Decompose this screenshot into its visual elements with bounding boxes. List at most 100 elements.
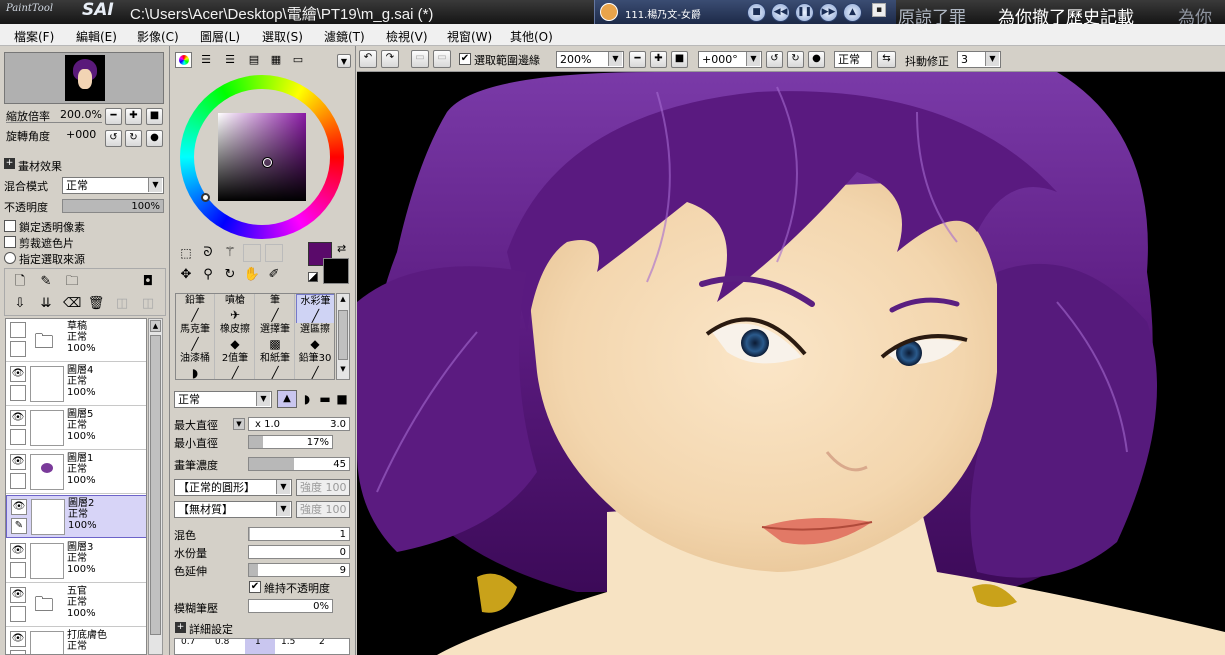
brush-bucket[interactable]: 油漆桶 ◗ bbox=[176, 352, 215, 379]
layer-row[interactable]: 👁 圖層3 正常 100% bbox=[6, 540, 146, 583]
rgb-slider-tab[interactable]: ☰ bbox=[197, 51, 215, 69]
zoom-slider[interactable] bbox=[6, 122, 102, 126]
brush-scrollbar[interactable]: ▲ ▼ bbox=[336, 293, 350, 380]
rotate-reset-button[interactable]: ● bbox=[146, 130, 163, 147]
edit-indicator[interactable] bbox=[10, 341, 26, 357]
menu-select[interactable]: 選取(S) bbox=[262, 28, 303, 45]
flip-horizontal-icon[interactable]: ⇆ bbox=[877, 51, 896, 68]
layer-row[interactable]: 👁 🗀 五官 正常 100% bbox=[6, 584, 146, 627]
eject-icon[interactable]: ▲ bbox=[843, 3, 862, 22]
min-size-slider[interactable]: 17% bbox=[248, 435, 333, 449]
eye-icon[interactable]: 👁 bbox=[10, 454, 26, 470]
undo-icon[interactable]: ↶ bbox=[359, 50, 377, 68]
edit-indicator[interactable] bbox=[10, 606, 26, 622]
brush-size-presets[interactable]: 0.7 0.8 1 1.5 2 bbox=[174, 638, 350, 655]
hand-icon[interactable]: ✋ bbox=[243, 266, 261, 284]
menu-file[interactable]: 檔案(F) bbox=[14, 28, 54, 45]
menu-edit[interactable]: 編輯(E) bbox=[76, 28, 117, 45]
lock-alpha-checkbox[interactable] bbox=[4, 220, 16, 232]
rotate-value[interactable]: +000 bbox=[66, 128, 96, 141]
detail-settings-label[interactable]: 詳細設定 bbox=[189, 621, 233, 637]
new-folder-icon[interactable]: 🗀 bbox=[63, 273, 81, 291]
color-wheel[interactable] bbox=[180, 75, 344, 239]
navigator-preview[interactable] bbox=[4, 52, 164, 104]
eye-icon[interactable]: 👁 bbox=[10, 410, 26, 426]
brush-shape-flat-icon[interactable]: ▬ bbox=[316, 390, 334, 408]
edit-indicator[interactable] bbox=[10, 650, 26, 654]
keep-opacity-checkbox[interactable]: ✔ bbox=[249, 581, 261, 593]
move-icon[interactable]: ✥ bbox=[177, 266, 195, 284]
stabilizer-select[interactable]: 3 ▼ bbox=[957, 51, 1001, 68]
new-layer-icon[interactable]: 🗋 bbox=[11, 273, 29, 291]
menu-window[interactable]: 視窗(W) bbox=[447, 28, 492, 45]
scratchpad-tab[interactable]: ▭ bbox=[289, 51, 307, 69]
secondary-color-swatch[interactable] bbox=[323, 258, 349, 284]
zoom-value[interactable]: 200.0% bbox=[60, 108, 102, 121]
max-size-slider[interactable]: x 1.0 3.0 bbox=[248, 417, 350, 431]
layer-row[interactable]: 🗀 草稿 正常 100% bbox=[6, 319, 146, 362]
panel-menu-icon[interactable]: ▼ bbox=[337, 54, 351, 68]
color-wheel-tab[interactable] bbox=[175, 52, 192, 68]
zoom-select[interactable]: 200% ▼ bbox=[556, 51, 624, 68]
max-size-multiplier-dropdown[interactable]: ▼ bbox=[233, 418, 245, 430]
scroll-down-icon[interactable]: ▼ bbox=[338, 365, 348, 377]
rotate-left-button[interactable]: ↺ bbox=[766, 51, 783, 68]
swap-colors-icon[interactable]: ⇄ bbox=[337, 242, 346, 255]
new-linework-layer-icon[interactable]: ✎ bbox=[37, 273, 55, 291]
layer-row[interactable]: 👁 圖層1 正常 100% bbox=[6, 451, 146, 494]
scroll-up-icon[interactable]: ▲ bbox=[338, 295, 348, 307]
delete-layer-icon[interactable]: 🗑 bbox=[87, 295, 105, 313]
menu-view[interactable]: 檢視(V) bbox=[386, 28, 428, 45]
rotate-right-button[interactable]: ↻ bbox=[125, 130, 142, 147]
texture-effect-label[interactable]: 畫材效果 bbox=[18, 158, 62, 174]
fast-forward-icon[interactable]: ▶▶ bbox=[819, 3, 838, 22]
density-slider[interactable]: 45 bbox=[248, 457, 350, 471]
eye-icon[interactable]: 👁 bbox=[10, 366, 26, 382]
player-avatar-icon[interactable] bbox=[600, 3, 618, 21]
stretch-slider[interactable]: 9 bbox=[248, 563, 350, 577]
eye-icon[interactable]: 👁 bbox=[10, 587, 26, 603]
rewind-icon[interactable]: ◀◀ bbox=[771, 3, 790, 22]
brush-pencil30[interactable]: 鉛筆30 ╱ bbox=[296, 352, 334, 379]
layer-row-selected[interactable]: 👁 ✎ 圖層2 正常 100% bbox=[6, 495, 146, 538]
stop-icon[interactable]: ■ bbox=[747, 3, 766, 22]
scroll-thumb[interactable] bbox=[338, 310, 348, 360]
brush-shape-select[interactable]: 【正常的圓形】 ▼ bbox=[174, 479, 292, 496]
blur-pressure-slider[interactable]: 0% bbox=[248, 599, 333, 613]
scroll-up-icon[interactable]: ▲ bbox=[150, 320, 161, 332]
redo-icon[interactable]: ↷ bbox=[381, 50, 399, 68]
merge-down-icon[interactable]: ⇊ bbox=[37, 295, 55, 313]
zoom-out-button[interactable]: ━ bbox=[105, 108, 122, 125]
texture-select[interactable]: 【無材質】 ▼ bbox=[174, 501, 292, 518]
brush-shape-soft-icon[interactable]: ◗ bbox=[298, 390, 316, 408]
expand-icon[interactable]: + bbox=[4, 158, 15, 169]
rotate-right-button[interactable]: ↻ bbox=[787, 51, 804, 68]
opacity-slider[interactable]: 100% bbox=[62, 199, 164, 213]
pause-icon[interactable]: ❚❚ bbox=[795, 3, 814, 22]
zoom-in-button[interactable]: ✚ bbox=[125, 108, 142, 125]
magic-wand-icon[interactable]: ⚚ bbox=[221, 244, 239, 262]
rotate-left-button[interactable]: ↺ bbox=[105, 130, 122, 147]
zoom-out-button[interactable]: ━ bbox=[629, 51, 646, 68]
menu-image[interactable]: 影像(C) bbox=[137, 28, 179, 45]
angle-select[interactable]: +000° ▼ bbox=[698, 51, 762, 68]
edit-indicator[interactable] bbox=[10, 473, 26, 489]
eye-icon[interactable]: 👁 bbox=[11, 499, 27, 515]
layer-scrollbar[interactable]: ▲ bbox=[148, 318, 163, 655]
transparent-color-icon[interactable] bbox=[308, 272, 318, 282]
zoom-in-button[interactable]: ✚ bbox=[650, 51, 667, 68]
scroll-thumb[interactable] bbox=[150, 335, 161, 635]
brush-washi[interactable]: 和紙筆 ╱ bbox=[256, 352, 295, 379]
color-mixer-tab[interactable]: ▤ bbox=[245, 51, 263, 69]
brush-shape-sharp-icon[interactable]: ▲ bbox=[277, 390, 297, 408]
blend-slider[interactable]: 1 bbox=[248, 527, 350, 541]
layer-row[interactable]: 👁 打底膚色 正常 bbox=[6, 628, 146, 654]
edit-indicator[interactable] bbox=[10, 429, 26, 445]
lasso-icon[interactable]: ᘐ bbox=[199, 244, 217, 262]
transfer-down-icon[interactable]: ⇩ bbox=[11, 295, 29, 313]
zoom-reset-button[interactable]: ■ bbox=[671, 51, 688, 68]
eye-icon[interactable]: 👁 bbox=[10, 543, 26, 559]
eyedropper-icon[interactable]: ✐ bbox=[265, 266, 283, 284]
menu-layer[interactable]: 圖層(L) bbox=[200, 28, 240, 45]
edit-indicator[interactable] bbox=[10, 385, 26, 401]
